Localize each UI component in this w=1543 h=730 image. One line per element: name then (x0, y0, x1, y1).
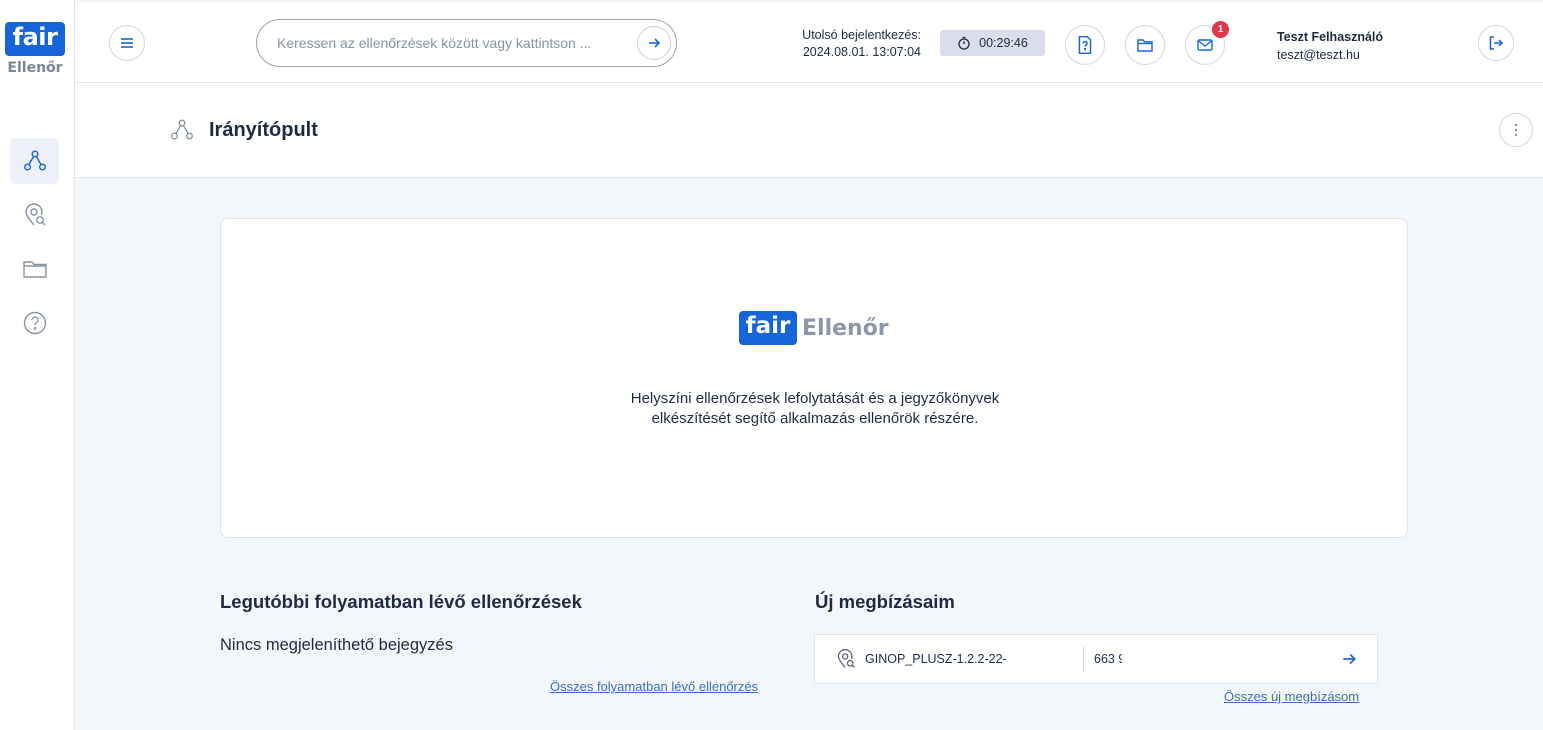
app-description-line-1: Helyszíni ellenőrzések lefolytatását és … (630, 390, 1000, 407)
arrow-right-icon (1343, 653, 1356, 665)
user-email: teszt@teszt.hu (1277, 48, 1360, 62)
location-search-icon (24, 203, 45, 226)
menu-button[interactable] (109, 25, 145, 61)
welcome-card: fair Ellenőr Helyszíni ellenőrzések lefo… (220, 218, 1408, 538)
logout-button[interactable] (1478, 25, 1514, 61)
sidebar-item-dashboard[interactable] (10, 138, 59, 184)
assignment-row[interactable]: GINOP_PLUSZ-1.2.2-22- 663 9 (814, 634, 1378, 684)
brand-logo[interactable]: fair Ellenőr (4, 22, 66, 76)
search-submit-button[interactable] (637, 26, 671, 60)
arrow-right-icon (649, 38, 661, 48)
help-circle-icon (23, 311, 46, 335)
network-icon (171, 119, 193, 140)
stopwatch-icon (958, 36, 970, 50)
top-header: Utolsó bejelentkezés: 2024.08.01. 13:07:… (75, 0, 1543, 83)
fair-logo: fair (5, 22, 65, 56)
sidebar-item-inspections[interactable] (10, 192, 59, 238)
app-description: Helyszíni ellenőrzések lefolytatását és … (515, 389, 1115, 429)
assignment-number: 663 9 (1094, 652, 1122, 666)
assignment-code: GINOP_PLUSZ-1.2.2-22- (865, 652, 1007, 666)
user-name: Teszt Felhasználó (1277, 30, 1384, 44)
page-title: Irányítópult (209, 119, 318, 141)
folder-icon (1137, 39, 1153, 52)
user-info: Teszt Felhasználó teszt@teszt.hu (1277, 28, 1383, 64)
assignment-divider (1083, 646, 1084, 672)
search-box (256, 19, 677, 67)
last-login-info: Utolsó bejelentkezés: 2024.08.01. 13:07:… (735, 27, 921, 61)
messages-badge: 1 (1212, 21, 1229, 38)
new-assignments-title: Új megbízásaim (815, 591, 955, 612)
page-header: Irányítópult (75, 83, 1543, 178)
location-search-icon (837, 649, 855, 668)
all-inprogress-inspections-link[interactable]: Összes folyamatban lévő ellenőrzés (550, 679, 758, 694)
hero-logo-ellenor: Ellenőr (802, 315, 889, 341)
network-icon (23, 150, 46, 171)
sidebar: fair Ellenőr (0, 0, 75, 730)
envelope-icon (1197, 39, 1213, 51)
logo-product-name: Ellenőr (7, 60, 63, 76)
messages-button[interactable]: 1 (1185, 21, 1229, 65)
help-document-button[interactable] (1065, 25, 1105, 65)
session-timer-value: 00:29:46 (979, 36, 1028, 50)
hamburger-icon (121, 38, 133, 48)
last-login-value: 2024.08.01. 13:07:04 (802, 45, 921, 59)
sidebar-item-documents[interactable] (10, 246, 59, 292)
session-timer: 00:29:46 (940, 30, 1045, 56)
search-input[interactable] (277, 32, 617, 54)
sidebar-item-help[interactable] (10, 300, 59, 346)
all-new-assignments-link[interactable]: Összes új megbízásom (1224, 689, 1359, 704)
hero-logo-fair: fair (739, 311, 797, 345)
more-options-button[interactable] (1499, 113, 1533, 147)
more-vertical-icon (1514, 123, 1518, 137)
hero-logo: fair Ellenőr (739, 311, 889, 345)
folder-icon (22, 261, 47, 278)
app-description-line-2: elkészítését segítő alkalmazás ellenőrök… (651, 410, 979, 427)
logout-icon (1489, 36, 1504, 50)
last-login-label: Utolsó bejelentkezés: (802, 28, 921, 42)
recent-inspections-empty: Nincs megjeleníthető bejegyzés (220, 636, 453, 654)
recent-inspections-title: Legutóbbi folyamatban lévő ellenőrzések (220, 591, 582, 612)
folder-button[interactable] (1125, 25, 1165, 65)
document-question-icon (1078, 35, 1092, 55)
